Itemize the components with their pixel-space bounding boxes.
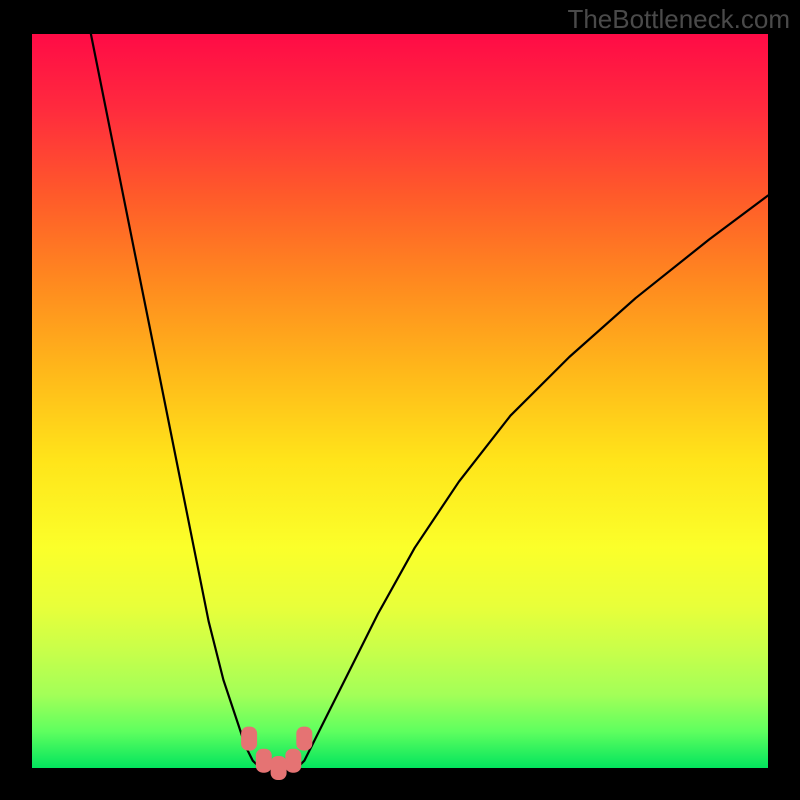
marker-left-inner [256, 749, 272, 773]
markers-group [241, 727, 312, 780]
chart-svg [32, 34, 768, 768]
marker-right-outer [296, 727, 312, 751]
curve-right [297, 196, 768, 769]
watermark-text: TheBottleneck.com [567, 4, 790, 35]
marker-left-outer [241, 727, 257, 751]
curve-left [91, 34, 260, 768]
marker-right-inner [285, 749, 301, 773]
plot-area [32, 34, 768, 768]
figure-root: TheBottleneck.com [0, 0, 800, 800]
marker-bottom-mid [271, 756, 287, 780]
